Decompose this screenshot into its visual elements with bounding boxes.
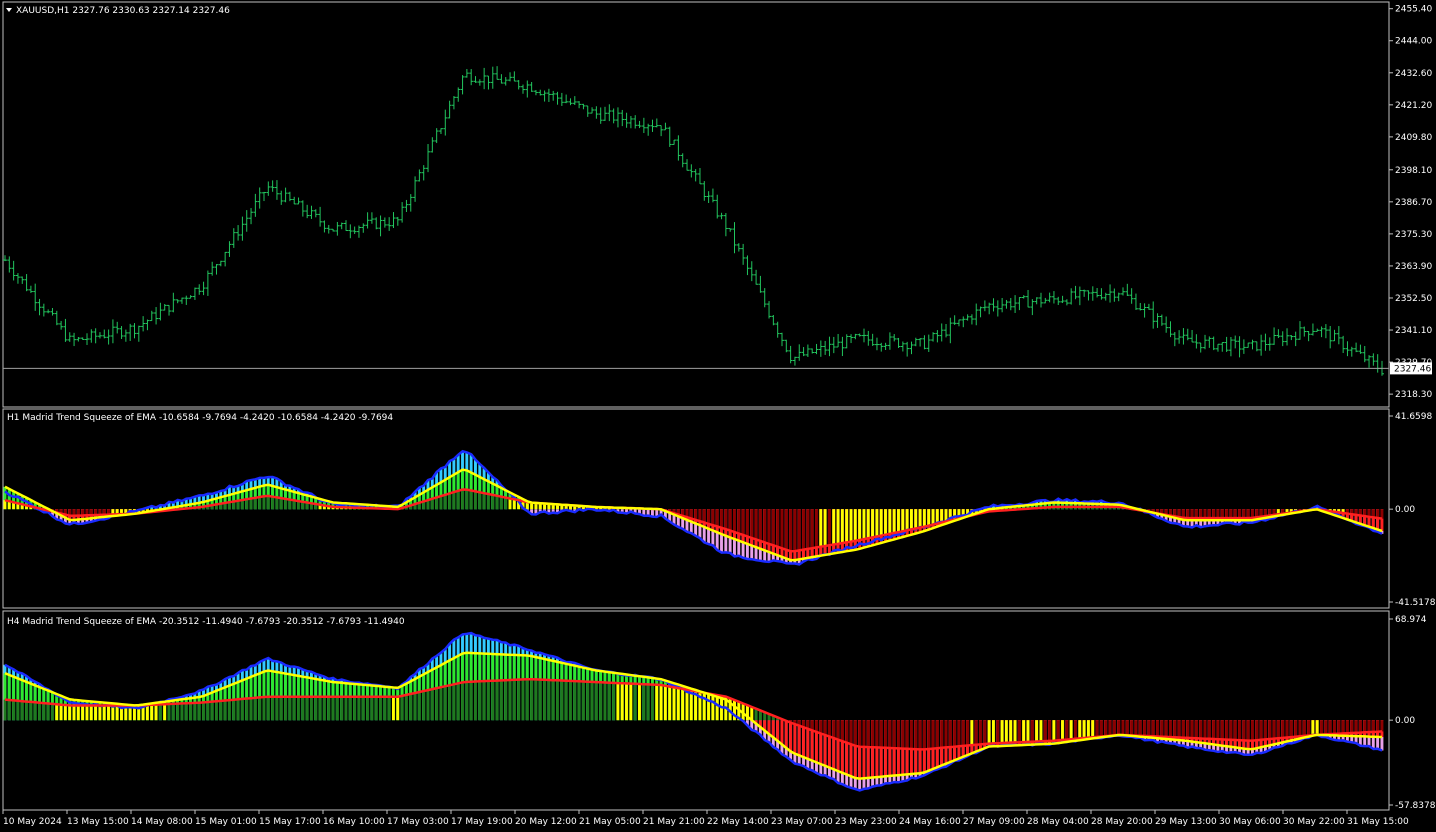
price-tick-label: 2341.10 [1395,326,1432,336]
price-tick-label: 2386.70 [1395,198,1432,208]
price-tick-label: 2318.30 [1395,390,1432,400]
price-tick-label: 2398.10 [1395,166,1432,176]
h1-tick-label: -41.5178 [1395,598,1436,608]
current-price-label: 2327.46 [1394,364,1431,374]
time-tick-label: 28 May 04:00 [1027,817,1089,827]
time-tick-label: 30 May 06:00 [1219,817,1281,827]
price-tick-label: 2421.20 [1395,101,1432,111]
h4-tick-label: 0.00 [1395,716,1415,726]
price-tick-label: 2432.60 [1395,69,1432,79]
price-tick-label: 2444.00 [1395,37,1432,47]
time-tick-label: 23 May 23:00 [835,817,897,827]
time-tick-label: 17 May 03:00 [387,817,449,827]
time-tick-label: 21 May 21:00 [643,817,705,827]
time-tick-label: 27 May 09:00 [963,817,1025,827]
time-tick-label: 16 May 10:00 [323,817,385,827]
time-tick-label: 13 May 15:00 [67,817,129,827]
time-tick-label: 22 May 14:00 [707,817,769,827]
time-tick-label: 31 May 15:00 [1347,817,1409,827]
trading-chart[interactable]: 2455.40 2444.00 2432.60 2421.20 2409.80 2398.… [0,0,1436,832]
time-tick-label: 14 May 08:00 [131,817,193,827]
price-tick-label: 2352.50 [1395,294,1432,304]
h4-tick-label: -57.8378 [1395,801,1436,811]
time-tick-label: 23 May 07:00 [771,817,833,827]
h1-tick-label: 0.00 [1395,505,1415,515]
symbol-header: XAUUSD,H1 2327.76 2330.63 2327.14 2327.4… [16,6,230,16]
h4-tick-label: 68.974 [1395,615,1427,625]
time-tick-label: 15 May 01:00 [195,817,257,827]
time-tick-label: 10 May 2024 [3,817,62,827]
time-tick-label: 21 May 05:00 [579,817,641,827]
time-tick-label: 15 May 17:00 [259,817,321,827]
time-tick-label: 17 May 19:00 [451,817,513,827]
h4-indicator-header: H4 Madrid Trend Squeeze of EMA -20.3512 … [7,617,405,627]
price-tick-label: 2363.90 [1395,262,1432,272]
h1-tick-label: 41.6598 [1395,412,1432,422]
price-tick-label: 2409.80 [1395,133,1432,143]
time-tick-label: 30 May 22:00 [1283,817,1345,827]
price-tick-label: 2375.30 [1395,230,1432,240]
price-tick-label: 2455.40 [1395,5,1432,15]
time-tick-label: 29 May 13:00 [1155,817,1217,827]
time-tick-label: 20 May 12:00 [515,817,577,827]
main-chart-frame [2,1,1390,408]
time-tick-label: 28 May 20:00 [1091,817,1153,827]
h1-indicator-header: H1 Madrid Trend Squeeze of EMA -10.6584 … [7,413,393,423]
time-tick-label: 24 May 16:00 [899,817,961,827]
